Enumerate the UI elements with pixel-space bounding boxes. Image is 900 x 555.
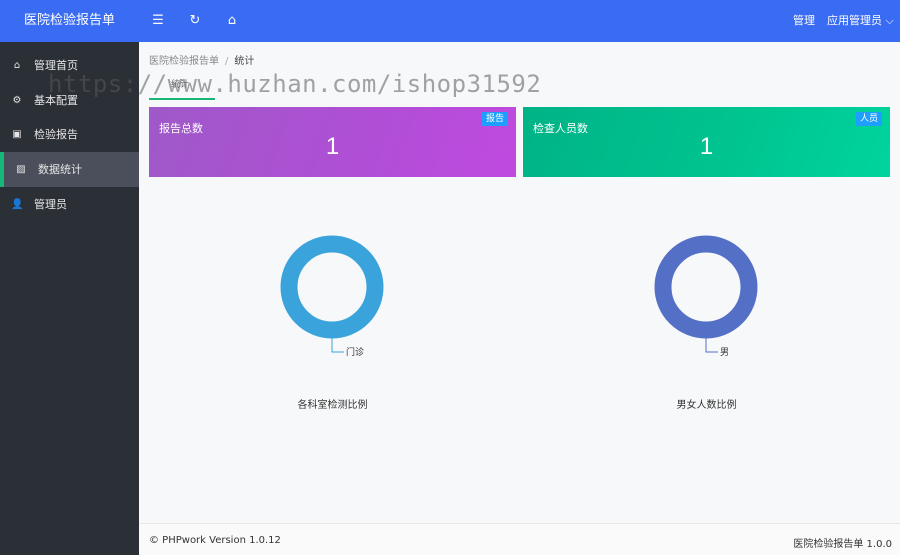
pie-slice-label: 门诊 xyxy=(346,346,364,358)
sidebar-item-admin[interactable]: 👤 管理员 xyxy=(0,187,139,222)
main-content: 医院检验报告单 / 统计 统计 报告总数 报告 1 检查人员数 人员 1 门诊 各科… xyxy=(139,42,900,555)
breadcrumb-current: 统计 xyxy=(234,56,255,67)
breadcrumb-root[interactable]: 医院检验报告单 xyxy=(149,56,219,67)
chart-icon: ▨ xyxy=(16,164,26,175)
app-logo[interactable]: 医院检验报告单 xyxy=(0,0,139,42)
chart-title: 各科室检测比例 xyxy=(297,400,368,411)
sidebar-item-reports[interactable]: ▣ 检验报告 xyxy=(0,117,139,152)
label-leader-line xyxy=(331,338,344,353)
user-icon: 👤 xyxy=(11,199,24,210)
pie-slice-label: 男 xyxy=(720,347,729,358)
footer-app-version: 医院检验报告单 1.0.0 xyxy=(793,539,892,550)
top-header: 医院检验报告单 ☰ ↻ ⌂ 管理 应用管理员 ⌵ xyxy=(0,0,900,42)
gender-ratio-chart: 男 男女人数比例 xyxy=(519,182,894,422)
pie-slice[interactable] xyxy=(280,235,384,339)
tab-statistics[interactable]: 统计 xyxy=(149,78,215,100)
footer: © PHPwork Version 1.0.12 医院检验报告单 1.0.0 xyxy=(139,523,900,555)
refresh-icon[interactable]: ↻ xyxy=(186,12,204,30)
sidebar-item-label: 数据统计 xyxy=(38,163,82,176)
sidebar-item-statistics[interactable]: ▨ 数据统计 xyxy=(0,152,139,187)
card-badge: 人员 xyxy=(855,112,882,126)
menu-toggle-icon[interactable]: ☰ xyxy=(149,12,167,30)
home-icon[interactable]: ⌂ xyxy=(223,12,241,30)
manage-link[interactable]: 管理 xyxy=(793,0,815,42)
sidebar-item-config[interactable]: ⚙ 基本配置 xyxy=(0,83,139,118)
card-badge: 报告 xyxy=(481,112,508,126)
report-icon: ▣ xyxy=(12,129,22,140)
sidebar-item-label: 管理员 xyxy=(34,198,67,211)
pie-slice[interactable] xyxy=(654,235,758,339)
user-menu[interactable]: 应用管理员 ⌵ xyxy=(827,0,894,42)
label-leader-line xyxy=(705,338,718,353)
report-total-card: 报告总数 报告 1 xyxy=(149,107,516,177)
gear-icon: ⚙ xyxy=(12,95,22,106)
inspector-count-card: 检查人员数 人员 1 xyxy=(523,107,890,177)
footer-version: © PHPwork Version 1.0.12 xyxy=(149,535,281,546)
sidebar-item-home[interactable]: ⌂ 管理首页 xyxy=(0,48,139,83)
card-value: 1 xyxy=(325,133,340,160)
department-ratio-chart: 门诊 各科室检测比例 xyxy=(145,182,520,422)
chart-title: 男女人数比例 xyxy=(676,400,737,411)
home-icon: ⌂ xyxy=(13,60,21,71)
breadcrumb-separator: / xyxy=(225,56,229,67)
sidebar-item-label: 检验报告 xyxy=(34,128,78,141)
sidebar-item-label: 基本配置 xyxy=(34,94,78,107)
sidebar-item-label: 管理首页 xyxy=(34,59,78,72)
sidebar: ⌂ 管理首页 ⚙ 基本配置 ▣ 检验报告 ▨ 数据统计 👤 管理员 xyxy=(0,42,139,555)
card-value: 1 xyxy=(699,133,714,160)
breadcrumb: 医院检验报告单 / 统计 xyxy=(149,52,254,67)
